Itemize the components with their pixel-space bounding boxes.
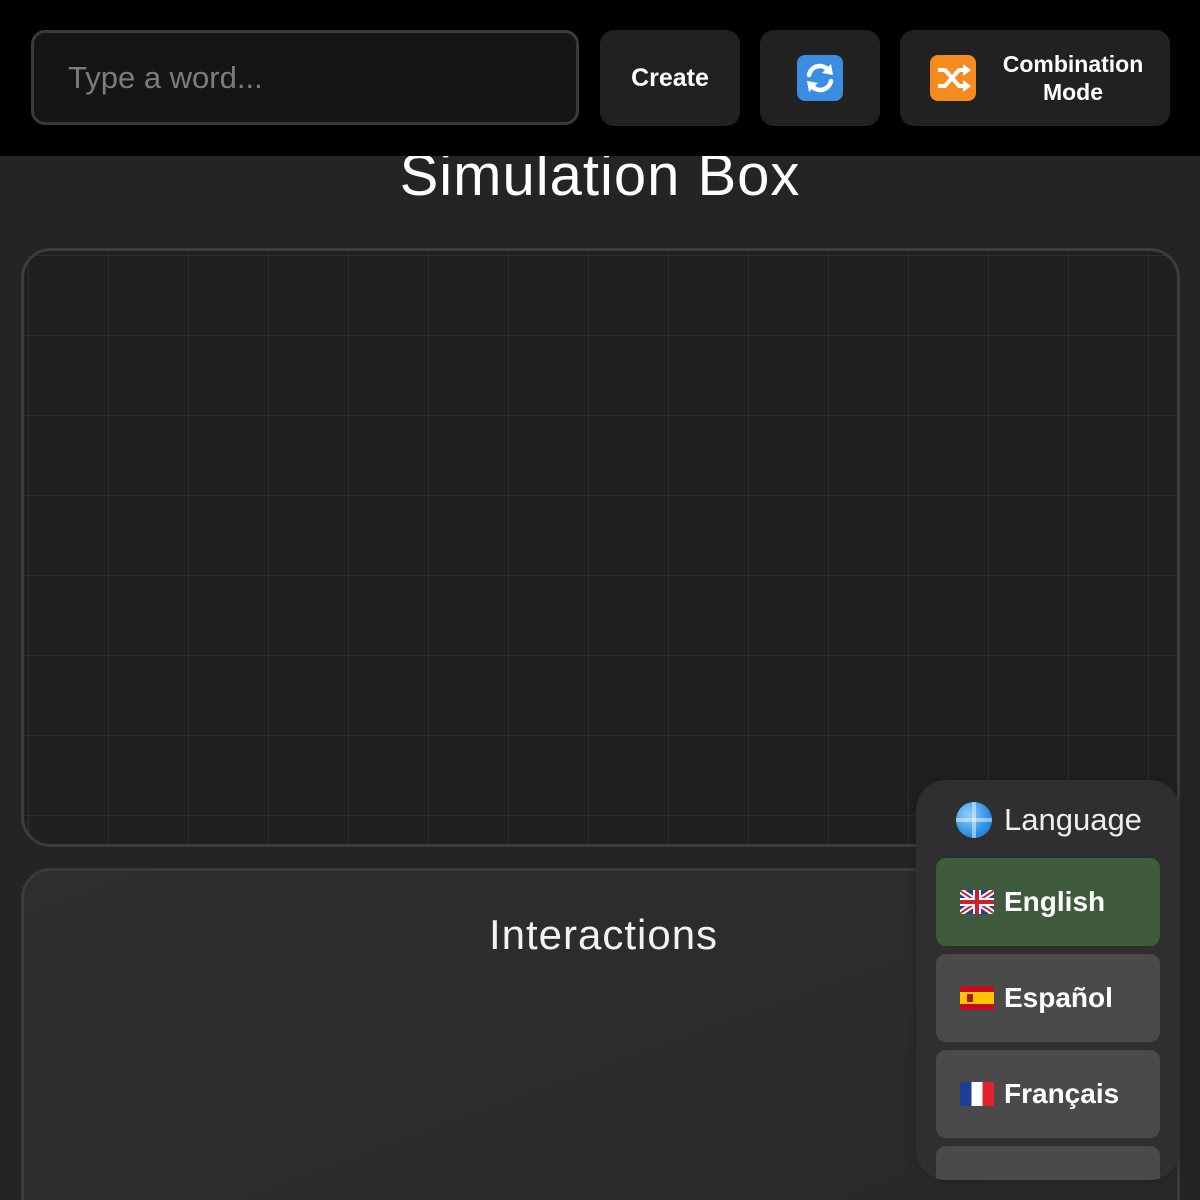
fr-flag-icon (960, 1082, 994, 1106)
create-button[interactable]: Create (600, 30, 740, 126)
language-option-english[interactable]: English (936, 858, 1160, 946)
language-header-label: Language (1004, 802, 1142, 837)
language-option-french[interactable]: Français (936, 1050, 1160, 1138)
app-page: Create Combination Mode (0, 0, 1200, 1200)
word-input[interactable] (31, 30, 579, 125)
language-menu: Language English Español Français (916, 780, 1180, 1180)
es-flag-icon (960, 986, 994, 1010)
language-option-partial[interactable] (936, 1146, 1160, 1180)
top-toolbar: Create Combination Mode (0, 0, 1200, 156)
language-option-spanish[interactable]: Español (936, 954, 1160, 1042)
language-header: Language (956, 800, 1142, 840)
globe-icon (956, 802, 992, 838)
language-option-label: Español (1004, 982, 1113, 1013)
language-option-label: Français (1004, 1078, 1120, 1109)
combination-mode-label: Combination Mode (1002, 51, 1144, 105)
gb-flag-icon (960, 890, 994, 914)
shuffle-icon (930, 55, 976, 101)
counterclockwise-arrows-icon (797, 55, 843, 101)
combination-mode-button[interactable]: Combination Mode (900, 30, 1170, 126)
language-option-label: English (1004, 886, 1106, 917)
simulation-canvas[interactable] (21, 248, 1180, 847)
swap-button[interactable] (760, 30, 880, 126)
